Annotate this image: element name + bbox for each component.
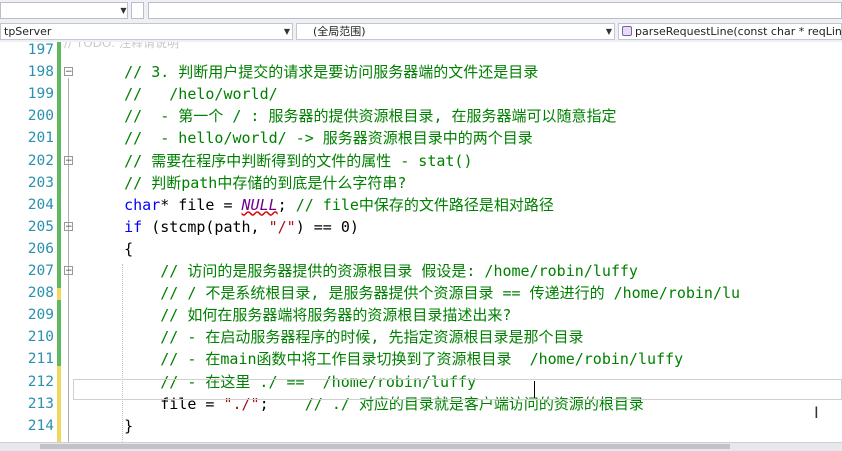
collapse-icon[interactable]: − [64,67,73,77]
code-line[interactable]: 206 { [0,238,842,260]
code-text: // - hello/world/ -> 服务器资源根目录中的两个目录 [88,127,533,149]
code-token: // /helo/world/ [88,85,278,104]
code-text: // 判断path中存储的到底是什么字符串? [88,172,406,194]
code-text: // - 在启动服务器程序的时候, 先指定资源根目录是那个目录 [88,326,583,348]
code-text: // 如何在服务器端将服务器的资源根目录描述出来? [88,304,511,326]
collapse-icon[interactable]: − [64,266,73,276]
project-dropdown-label: tpServer [4,25,52,38]
code-token: // - 第一个 / : 服务器的提供资源根目录, 在服务器端可以随意指定 [88,107,617,126]
code-token: // / 不是系统根目录, 是服务器提供个资源目录 == 传递进行的 /home… [88,284,741,303]
navigation-bar: tpServer ▼ (全局范围) ▼ parseRequestLine(con… [0,22,842,43]
code-text: // /helo/world/ [88,83,278,105]
line-number: 201 [27,130,54,147]
code-token: ) == 0) [295,217,359,236]
code-text: // 访问的是服务器提供的资源根目录 假设是: /home/robin/luff… [88,260,638,282]
code-line[interactable]: 198− // 3. 判断用户提交的请求是要访问服务器端的文件还是目录 [0,61,842,83]
code-line[interactable]: 214 } [0,415,842,437]
toolbar-spin-button[interactable] [131,2,144,19]
code-text: } [88,415,133,437]
function-icon [622,26,632,36]
code-text: // 需要在程序中判断得到的文件的属性 - stat() [88,150,473,172]
code-token: // 需要在程序中判断得到的文件的属性 - stat() [88,151,473,170]
text-caret [534,381,535,398]
line-number: 200 [27,108,54,125]
line-number: 198 [27,64,54,81]
code-token: // - 在启动服务器程序的时候, 先指定资源根目录是那个目录 [88,328,584,347]
toolbar-combo[interactable] [0,2,128,19]
code-token: // 3. 判断用户提交的请求是要访问服务器端的文件还是目录 [88,63,539,82]
chevron-down-icon: ▼ [283,27,290,36]
code-token: { [88,239,134,258]
collapse-icon[interactable]: − [64,221,73,231]
code-token: // file中保存的文件路径是相对路径 [295,195,554,214]
code-editor[interactable]: // TODO: 注释请说明 197 198− // 3. 判断用户提交的请求是要… [0,42,842,442]
line-number: 204 [27,196,54,213]
code-line[interactable]: 207− // 访问的是服务器提供的资源根目录 假设是: /home/robin… [0,260,842,282]
code-token: } [88,416,134,435]
current-line-highlight [73,379,842,400]
line-number: 202 [27,152,54,169]
code-line[interactable]: 203 // 判断path中存储的到底是什么字符串? [0,172,842,194]
line-number: 210 [27,329,54,346]
toolbar-input[interactable] [148,2,842,19]
code-line[interactable]: 204 char* file = NULL; // file中保存的文件路径是相… [0,194,842,216]
line-number: 211 [27,351,54,368]
code-token: NULL [241,195,278,214]
line-number: 214 [27,417,54,434]
code-token: // - 在main函数中将工作目录切换到了资源根目录 /home/robin/… [88,350,684,369]
code-line[interactable]: 209 // 如何在服务器端将服务器的资源根目录描述出来? [0,304,842,326]
line-number: 209 [27,307,54,324]
code-text: // 3. 判断用户提交的请求是要访问服务器端的文件还是目录 [88,61,538,83]
scope-dropdown[interactable]: (全局范围) ▼ [296,23,615,40]
line-number: 213 [27,395,54,412]
code-line[interactable]: 199 // /helo/world/ [0,83,842,105]
toolbar: ▼ [0,0,842,23]
line-number: 203 [27,174,54,191]
code-text: char* file = NULL; // file中保存的文件路径是相对路径 [88,194,554,216]
line-number: 207 [27,263,54,279]
ibeam-cursor-icon: Ⅰ [814,403,819,422]
member-dropdown[interactable]: parseRequestLine(const char * reqLine) [618,23,842,40]
code-line[interactable]: 202− // 需要在程序中判断得到的文件的属性 - stat() [0,150,842,172]
member-dropdown-label: parseRequestLine(const char * reqLine) [635,25,842,38]
line-number: 197 [27,42,54,58]
line-number: 206 [27,240,54,257]
code-line[interactable]: 210 // - 在启动服务器程序的时候, 先指定资源根目录是那个目录 [0,326,842,348]
code-line[interactable]: 208 // / 不是系统根目录, 是服务器提供个资源目录 == 传递进行的 /… [0,282,842,304]
code-line[interactable]: 205− if (stcmp(path, "/") == 0) [0,216,842,238]
line-number: 212 [27,373,54,390]
line-number: 199 [27,86,54,103]
code-token: if [124,217,143,236]
code-text: if (stcmp(path, "/") == 0) [88,216,359,238]
scope-dropdown-label: (全局范围) [313,25,366,38]
line-number: 205 [27,218,54,235]
code-line[interactable]: 201 // - hello/world/ -> 服务器资源根目录中的两个目录 [0,127,842,149]
code-line[interactable]: 197 [0,42,842,61]
code-text: // - 第一个 / : 服务器的提供资源根目录, 在服务器端可以随意指定 [88,105,617,127]
collapse-icon[interactable]: − [64,155,73,165]
code-token: char [124,195,161,214]
chevron-down-icon: ▼ [605,27,612,36]
horizontal-scrollbar-thumb[interactable] [40,444,730,449]
code-line[interactable]: 200 // - 第一个 / : 服务器的提供资源根目录, 在服务器端可以随意指… [0,105,842,127]
code-text: // / 不是系统根目录, 是服务器提供个资源目录 == 传递进行的 /home… [88,282,740,304]
code-text: // - 在main函数中将工作目录切换到了资源根目录 /home/robin/… [88,348,683,370]
code-token: * file = [160,195,242,214]
code-token: // 访问的是服务器提供的资源根目录 假设是: /home/robin/luff… [88,262,638,280]
code-text: { [88,238,133,260]
code-token: "/" [268,217,296,236]
code-line[interactable]: 211 // - 在main函数中将工作目录切换到了资源根目录 /home/ro… [0,348,842,370]
code-token: ; [277,195,296,214]
project-dropdown[interactable]: tpServer ▼ [0,23,293,40]
chevron-down-icon[interactable]: ▼ [118,3,129,18]
code-token: // 如何在服务器端将服务器的资源根目录描述出来? [88,306,512,325]
code-token: // 判断path中存储的到底是什么字符串? [88,173,407,192]
code-token: // - hello/world/ -> 服务器资源根目录中的两个目录 [88,129,533,148]
line-number: 208 [27,285,54,302]
code-token: (stcmp(path, [142,217,269,236]
